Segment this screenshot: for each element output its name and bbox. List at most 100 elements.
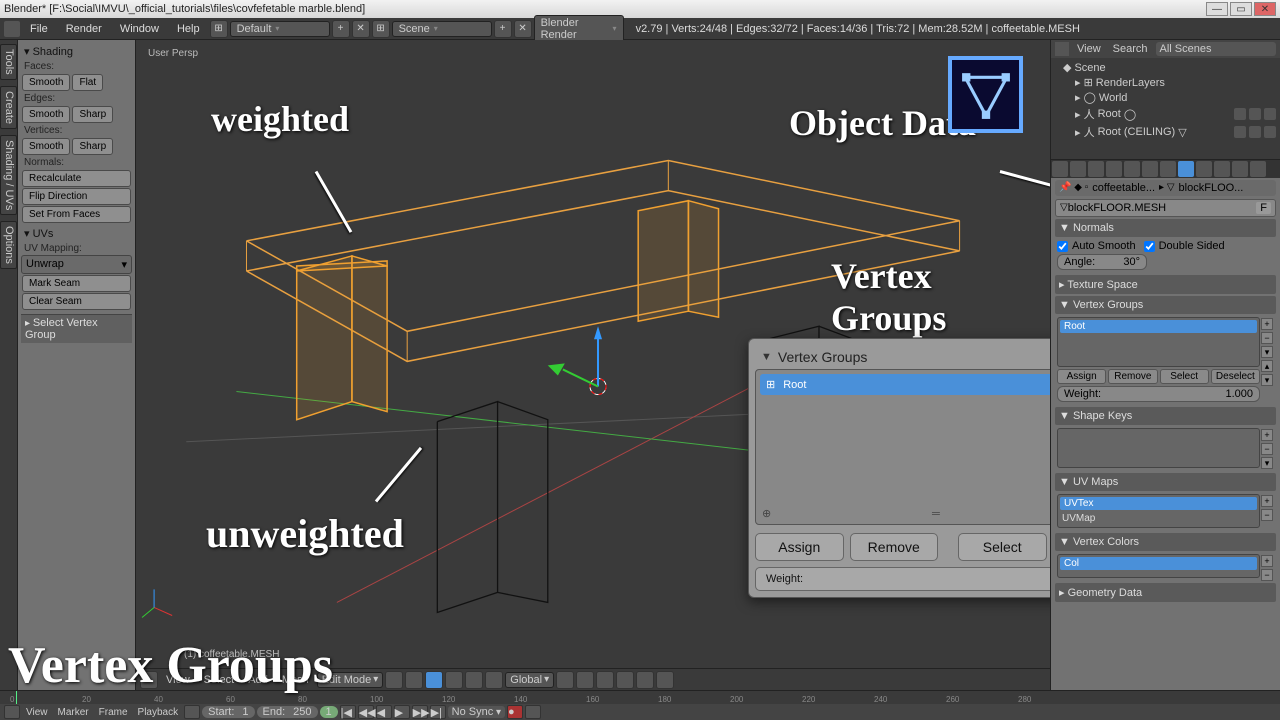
jump-end-icon[interactable]: ▶|: [430, 705, 446, 719]
vg-spec-icon[interactable]: ▾: [1261, 346, 1273, 358]
play-rev-icon[interactable]: ◀: [376, 705, 392, 719]
shapekeys-header[interactable]: ▼ Shape Keys: [1055, 407, 1276, 425]
manip-translate-icon[interactable]: [556, 671, 574, 689]
start-frame[interactable]: Start:1: [202, 706, 254, 718]
scene-remove-button[interactable]: ✕: [514, 20, 532, 38]
editor-type-icon[interactable]: [1055, 42, 1069, 56]
verts-smooth-button[interactable]: Smooth: [22, 138, 70, 155]
face-select-icon[interactable]: [465, 671, 483, 689]
tab-constraint-icon[interactable]: [1142, 161, 1158, 177]
manip-scale-icon[interactable]: [596, 671, 614, 689]
breadcrumb[interactable]: 📌 ◆ ▫ coffeetable... ▸ ▽ blockFLOO...: [1055, 180, 1276, 196]
uv-add-icon[interactable]: +: [1261, 495, 1273, 507]
tab-render-icon[interactable]: [1052, 161, 1068, 177]
vg-add-icon[interactable]: +: [1261, 318, 1273, 330]
geomdata-header[interactable]: ▸ Geometry Data: [1055, 583, 1276, 602]
menu-help[interactable]: Help: [169, 23, 208, 35]
auto-smooth-checkbox[interactable]: Auto Smooth: [1057, 240, 1136, 252]
verts-sharp-button[interactable]: Sharp: [72, 138, 113, 155]
sync-dropdown[interactable]: No Sync ▾: [448, 706, 505, 718]
vg-up-icon[interactable]: ▴: [1261, 360, 1273, 372]
recalculate-button[interactable]: Recalculate: [22, 170, 131, 187]
key-type-icon[interactable]: [525, 705, 541, 719]
select-button[interactable]: Select: [958, 533, 1047, 561]
layout-dropdown[interactable]: Default▾: [230, 21, 330, 37]
layout-add-button[interactable]: +: [332, 20, 350, 38]
tree-scene[interactable]: ◆ Scene: [1063, 60, 1276, 75]
scene-dropdown[interactable]: Scene▾: [392, 21, 492, 37]
props-select[interactable]: Select: [1160, 369, 1209, 384]
tree-root-ceiling[interactable]: ▸ 人 Root (CEILING) ▽: [1063, 123, 1276, 141]
tab-physics-icon[interactable]: [1250, 161, 1266, 177]
angle-input[interactable]: Angle:30°: [1057, 254, 1147, 270]
blender-icon[interactable]: [4, 21, 20, 37]
play-icon[interactable]: ▶: [394, 705, 410, 719]
tab-particle-icon[interactable]: [1232, 161, 1248, 177]
tab-tools[interactable]: Tools: [0, 44, 17, 80]
display-mode-icon[interactable]: [385, 671, 403, 689]
faces-smooth-button[interactable]: Smooth: [22, 74, 70, 91]
grip-icon[interactable]: ═: [932, 508, 940, 520]
faces-flat-button[interactable]: Flat: [72, 74, 103, 91]
sk-spec-icon[interactable]: ▾: [1261, 457, 1273, 469]
tree-root[interactable]: ▸ 人 Root ◯: [1063, 105, 1276, 123]
vg-list[interactable]: ⊞ Root 🔓 ⊕ ═: [755, 369, 1050, 525]
props-vg-item[interactable]: Root: [1060, 320, 1257, 333]
menu-render[interactable]: Render: [58, 23, 110, 35]
select-vg-collapse[interactable]: ▸ Select Vertex Group: [21, 314, 132, 343]
remove-button[interactable]: Remove: [850, 533, 939, 561]
orientation-dropdown[interactable]: Global ▾: [505, 672, 554, 688]
tab-renderlayer-icon[interactable]: [1070, 161, 1086, 177]
uv-item-0[interactable]: UVTex: [1060, 497, 1257, 510]
3d-viewport[interactable]: User Persp (1) coffeetable.MESH: [136, 40, 1050, 690]
tl-marker[interactable]: Marker: [54, 707, 93, 718]
end-frame[interactable]: End:250: [257, 706, 318, 718]
weight-slider[interactable]: Weight: 1.000: [755, 567, 1050, 591]
timeline-editor-icon[interactable]: [4, 705, 20, 719]
tl-view[interactable]: View: [22, 707, 52, 718]
uv-rem-icon[interactable]: −: [1261, 509, 1273, 521]
outliner-mode-dropdown[interactable]: All Scenes: [1156, 42, 1276, 56]
render-icon[interactable]: [656, 671, 674, 689]
pivot-icon[interactable]: [405, 671, 423, 689]
edges-smooth-button[interactable]: Smooth: [22, 106, 70, 123]
edge-select-icon[interactable]: [445, 671, 463, 689]
tab-options[interactable]: Options: [0, 221, 17, 269]
jump-start-icon[interactable]: |◀: [340, 705, 356, 719]
tab-object-icon[interactable]: [1124, 161, 1140, 177]
minimize-button[interactable]: —: [1206, 2, 1228, 16]
prev-key-icon[interactable]: ◀◀: [358, 705, 374, 719]
texspace-header[interactable]: ▸ Texture Space: [1055, 275, 1276, 294]
props-deselect[interactable]: Deselect: [1211, 369, 1260, 384]
double-sided-checkbox[interactable]: Double Sided: [1144, 240, 1225, 252]
edges-sharp-button[interactable]: Sharp: [72, 106, 113, 123]
tab-modifier-icon[interactable]: [1160, 161, 1176, 177]
props-weight[interactable]: Weight:1.000: [1057, 386, 1260, 402]
vg-item-root[interactable]: ⊞ Root 🔓: [760, 374, 1050, 395]
shapekeys-list[interactable]: +−▾: [1057, 428, 1260, 468]
tab-create[interactable]: Create: [0, 86, 17, 129]
layers-icon[interactable]: [616, 671, 634, 689]
normals-panel-header[interactable]: ▼ Normals: [1055, 219, 1276, 237]
maximize-button[interactable]: ▭: [1230, 2, 1252, 16]
vg-dn-icon[interactable]: ▾: [1261, 374, 1273, 386]
unwrap-dropdown[interactable]: Unwrap▾: [21, 255, 132, 274]
vc-add-icon[interactable]: +: [1261, 555, 1273, 567]
limit-sel-icon[interactable]: [485, 671, 503, 689]
assign-button[interactable]: Assign: [755, 533, 844, 561]
layout-browse-icon[interactable]: ⊞: [210, 20, 228, 38]
uv-item-1[interactable]: UVMap: [1058, 512, 1259, 525]
tab-shading-uvs[interactable]: Shading / UVs: [0, 135, 17, 215]
layout-remove-button[interactable]: ✕: [352, 20, 370, 38]
uvmaps-header[interactable]: ▼ UV Maps: [1055, 473, 1276, 491]
props-vg-list[interactable]: Root + − ▾ ▴ ▾: [1057, 317, 1260, 367]
vg-rem-icon[interactable]: −: [1261, 332, 1273, 344]
sk-rem-icon[interactable]: −: [1261, 443, 1273, 455]
clear-seam-button[interactable]: Clear Seam: [22, 293, 131, 310]
tl-frame[interactable]: Frame: [95, 707, 132, 718]
tl-playback[interactable]: Playback: [134, 707, 183, 718]
scene-browse-icon[interactable]: ⊞: [372, 20, 390, 38]
tree-renderlayers[interactable]: ▸ ⊞ RenderLayers: [1063, 75, 1276, 90]
tab-texture-icon[interactable]: [1214, 161, 1230, 177]
outliner-view[interactable]: View: [1073, 43, 1105, 55]
